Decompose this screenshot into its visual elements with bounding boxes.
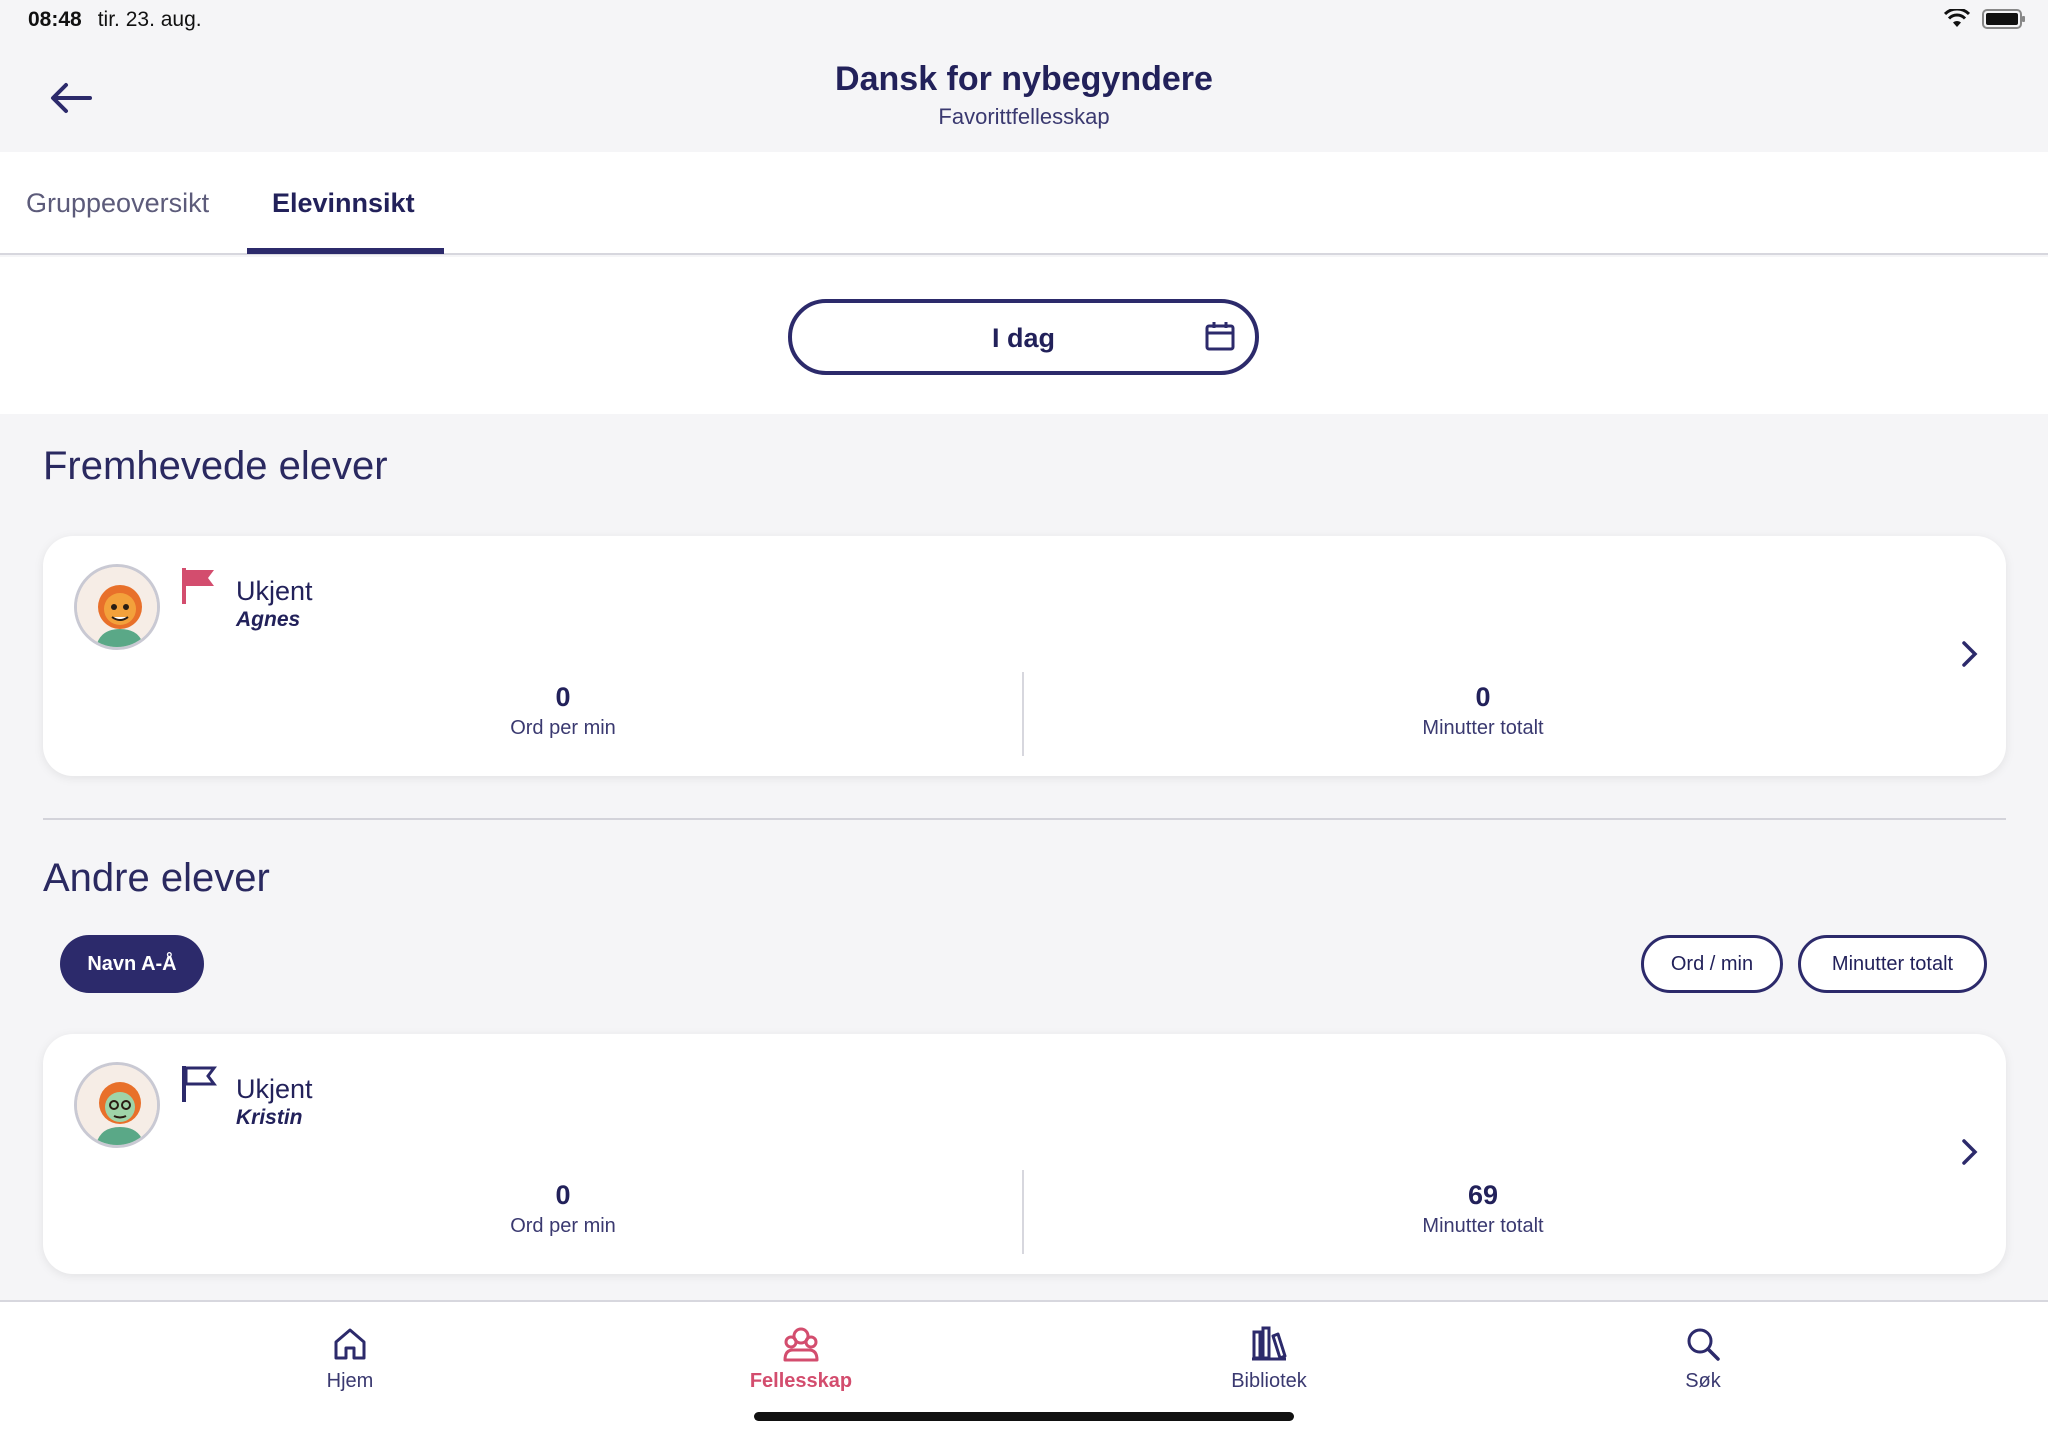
nav-label-bibliotek: Bibliotek bbox=[1231, 1370, 1307, 1392]
header: Dansk for nybegyndere Favorittfellesskap bbox=[0, 40, 2048, 152]
flag-filled-icon[interactable] bbox=[181, 566, 217, 606]
wifi-icon bbox=[1944, 9, 1970, 27]
minutes-total-label: Minutter totalt bbox=[1422, 1215, 1544, 1237]
sort-minutes-total-button[interactable]: Minutter totalt bbox=[1798, 935, 1987, 993]
avatar bbox=[74, 1062, 160, 1148]
nav-item-fellesskap[interactable]: Fellesskap bbox=[701, 1324, 901, 1393]
student-card[interactable]: Ukjent Kristin 0 Ord per min 69 Minutter… bbox=[43, 1034, 2006, 1274]
status-bar: 08:48 tir. 23. aug. bbox=[0, 0, 2048, 40]
student-status: Ukjent bbox=[236, 576, 313, 606]
stat-divider bbox=[1022, 1170, 1024, 1254]
tab-gruppeoversikt[interactable]: Gruppeoversikt bbox=[26, 188, 209, 219]
stat-divider bbox=[1022, 672, 1024, 756]
tab-elevinnsikt[interactable]: Elevinnsikt bbox=[272, 188, 415, 219]
nav-item-sok[interactable]: Søk bbox=[1603, 1324, 1803, 1393]
others-section-title: Andre elever bbox=[43, 856, 270, 900]
sort-name-button[interactable]: Navn A-Å bbox=[60, 935, 204, 993]
student-status: Ukjent bbox=[236, 1074, 313, 1104]
minutes-total-stat: 0 Minutter totalt bbox=[1283, 682, 1683, 740]
flag-outline-icon[interactable] bbox=[181, 1064, 217, 1104]
home-indicator bbox=[754, 1412, 1294, 1421]
words-per-min-value: 0 bbox=[555, 682, 571, 712]
status-indicators bbox=[1944, 8, 2026, 30]
tab-bar: Gruppeoversikt Elevinnsikt bbox=[0, 152, 2048, 255]
student-name: Kristin bbox=[236, 1106, 303, 1129]
home-icon bbox=[334, 1328, 366, 1360]
calendar-icon bbox=[1205, 322, 1235, 351]
date-picker-button[interactable]: I dag bbox=[788, 299, 1259, 375]
community-icon bbox=[783, 1327, 819, 1362]
section-divider bbox=[43, 818, 2006, 820]
page-subtitle: Favorittfellesskap bbox=[938, 104, 1110, 129]
minutes-total-label: Minutter totalt bbox=[1422, 717, 1544, 739]
words-per-min-stat: 0 Ord per min bbox=[363, 1180, 763, 1238]
nav-item-hjem[interactable]: Hjem bbox=[250, 1324, 450, 1393]
active-tab-indicator bbox=[247, 248, 444, 254]
words-per-min-stat: 0 Ord per min bbox=[363, 682, 763, 740]
nav-label-sok: Søk bbox=[1685, 1370, 1721, 1392]
student-name: Agnes bbox=[236, 608, 301, 631]
student-card[interactable]: Ukjent Agnes 0 Ord per min 0 Minutter to… bbox=[43, 536, 2006, 776]
minutes-total-value: 0 bbox=[1475, 682, 1491, 712]
status-date: tir. 23. aug. bbox=[97, 8, 202, 31]
battery-icon bbox=[1982, 9, 2025, 29]
library-icon bbox=[1252, 1326, 1287, 1361]
sort-words-per-min-button[interactable]: Ord / min bbox=[1641, 935, 1783, 993]
words-per-min-label: Ord per min bbox=[510, 1215, 616, 1237]
chevron-right-icon[interactable] bbox=[1960, 639, 1980, 669]
chevron-right-icon[interactable] bbox=[1960, 1137, 1980, 1167]
search-icon bbox=[1687, 1328, 1720, 1361]
nav-label-fellesskap: Fellesskap bbox=[749, 1370, 853, 1392]
featured-section-title: Fremhevede elever bbox=[43, 444, 388, 488]
words-per-min-value: 0 bbox=[555, 1180, 571, 1210]
words-per-min-label: Ord per min bbox=[510, 717, 616, 739]
minutes-total-value: 69 bbox=[1467, 1180, 1499, 1210]
nav-item-bibliotek[interactable]: Bibliotek bbox=[1169, 1324, 1369, 1393]
date-filter-area: I dag bbox=[0, 257, 2048, 414]
avatar bbox=[74, 564, 160, 650]
nav-label-hjem: Hjem bbox=[326, 1370, 374, 1392]
date-picker-label: I dag bbox=[991, 323, 1055, 353]
minutes-total-stat: 69 Minutter totalt bbox=[1283, 1180, 1683, 1238]
page-title: Dansk for nybegyndere bbox=[835, 60, 1213, 98]
bottom-nav: Hjem Fellesskap Bibliotek Søk bbox=[0, 1300, 2048, 1431]
status-time: 08:48 bbox=[28, 8, 82, 31]
